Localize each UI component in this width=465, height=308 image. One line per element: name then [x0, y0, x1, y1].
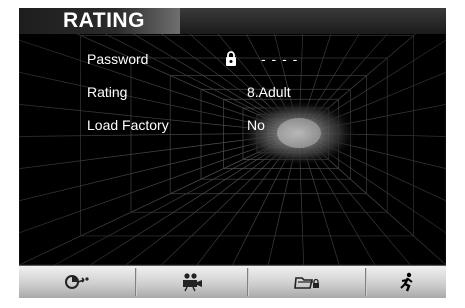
video-setup-button[interactable]: [137, 266, 247, 298]
screen: RATING Password - - - - Rating 8.Adult L…: [0, 0, 465, 308]
load-factory-value[interactable]: No: [247, 117, 265, 133]
page-title: RATING: [63, 9, 145, 32]
projector-icon: [183, 273, 202, 292]
rating-setup-button[interactable]: [249, 266, 365, 298]
folder-lock-icon: [294, 277, 319, 289]
title-bar: RATING: [19, 8, 446, 34]
rating-label[interactable]: Rating: [87, 84, 127, 100]
exit-button[interactable]: [367, 266, 446, 298]
general-setup-button[interactable]: [19, 266, 135, 298]
lock-icon: [226, 51, 236, 66]
setup-menu-bar: [19, 265, 446, 298]
setup-menu-panel: RATING Password - - - - Rating 8.Adult L…: [19, 8, 446, 298]
password-label[interactable]: Password: [87, 51, 148, 67]
running-person-icon: [399, 272, 413, 292]
rating-value[interactable]: 8.Adult: [247, 84, 291, 100]
gear-setup-icon: [65, 275, 89, 289]
password-value[interactable]: - - - -: [261, 51, 298, 67]
load-factory-label[interactable]: Load Factory: [87, 117, 169, 133]
